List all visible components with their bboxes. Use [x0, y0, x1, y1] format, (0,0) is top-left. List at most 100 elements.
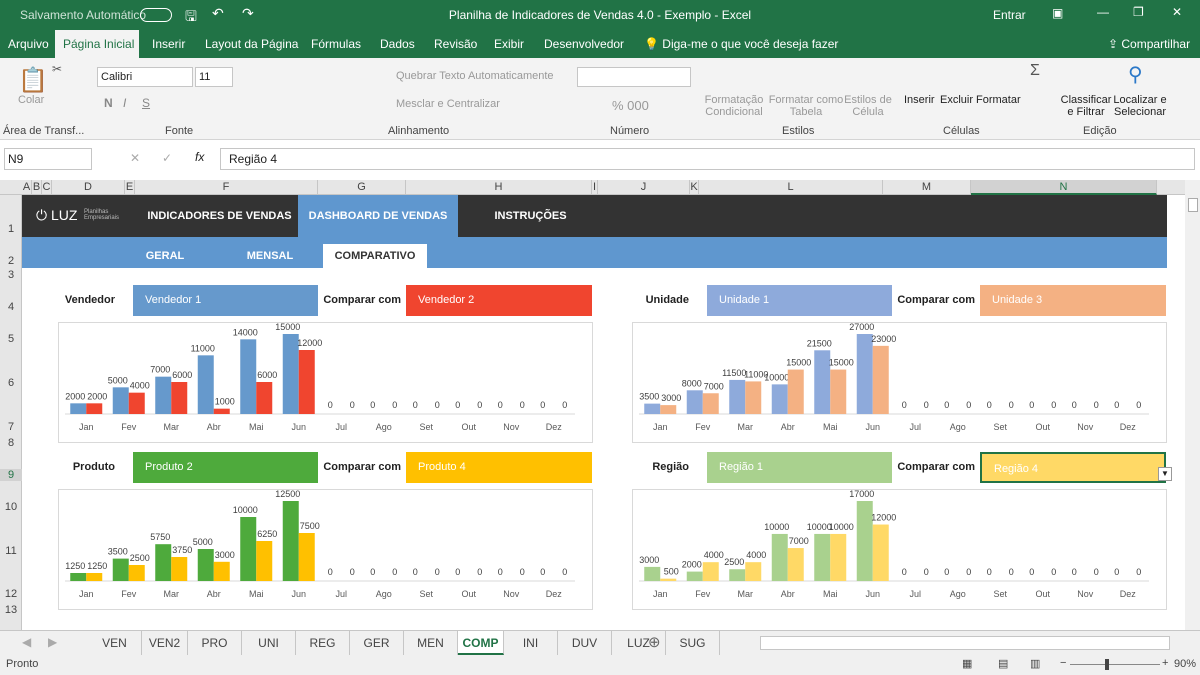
sheet-tab[interactable]: SUG: [666, 631, 720, 655]
tab-desenvolvedor[interactable]: Desenvolvedor: [536, 30, 632, 58]
normal-view-icon[interactable]: ▦: [962, 657, 972, 670]
column-header[interactable]: H: [406, 180, 592, 195]
add-sheet-icon[interactable]: ⊕: [648, 633, 661, 651]
tab-arquivo[interactable]: Arquivo: [0, 30, 57, 58]
percent-button[interactable]: % 000: [612, 98, 649, 113]
undo-icon[interactable]: ↶: [212, 5, 224, 22]
sheet-tab[interactable]: VEN: [88, 631, 142, 655]
bar[interactable]: [660, 578, 677, 581]
zoom-slider-thumb[interactable]: [1105, 659, 1109, 670]
dropdown-arrow-icon[interactable]: ▼: [1158, 467, 1172, 481]
row-header[interactable]: 7: [0, 421, 22, 433]
column-header[interactable]: M: [883, 180, 971, 195]
bar[interactable]: [830, 369, 847, 414]
sheet-tab[interactable]: REG: [296, 631, 350, 655]
column-header[interactable]: E: [125, 180, 135, 195]
row-header[interactable]: 12: [0, 588, 22, 600]
bar[interactable]: [128, 565, 145, 581]
row-header[interactable]: 2: [0, 255, 22, 267]
save-icon[interactable]: 🖫: [185, 6, 197, 30]
bar[interactable]: [702, 562, 719, 581]
underline-button[interactable]: S: [142, 96, 150, 110]
cancel-icon[interactable]: ✕: [130, 151, 140, 165]
sign-in-link[interactable]: Entrar: [993, 8, 1026, 22]
bar[interactable]: [155, 544, 172, 581]
format-as-table-button[interactable]: Formatar como Tabela: [768, 94, 844, 118]
row-header[interactable]: 11: [0, 545, 22, 557]
compare-select[interactable]: Unidade 3: [980, 285, 1166, 316]
sheet-tab[interactable]: PRO: [188, 631, 242, 655]
zoom-in-icon[interactable]: +: [1162, 657, 1168, 669]
bar[interactable]: [771, 533, 788, 581]
subnav-comparativo[interactable]: COMPARATIVO: [323, 244, 427, 268]
bar[interactable]: [686, 390, 703, 414]
row-header[interactable]: 4: [0, 301, 22, 313]
wrap-text-button[interactable]: Quebrar Texto Automaticamente: [396, 70, 554, 82]
bar[interactable]: [155, 376, 172, 414]
enter-icon[interactable]: ✓: [162, 151, 172, 165]
conditional-format-button[interactable]: Formatação Condicional: [700, 94, 768, 118]
bar[interactable]: [171, 557, 188, 581]
zoom-out-icon[interactable]: −: [1060, 657, 1066, 669]
bar[interactable]: [644, 403, 661, 414]
prev-sheet-icon[interactable]: ◀: [22, 635, 31, 649]
column-header[interactable]: K: [690, 180, 699, 195]
nav-dashboard[interactable]: DASHBOARD DE VENDAS: [298, 195, 458, 237]
tab-dados[interactable]: Dados: [372, 30, 423, 58]
bar[interactable]: [702, 393, 719, 414]
column-header[interactable]: D: [52, 180, 125, 195]
bar[interactable]: [787, 369, 804, 414]
bar[interactable]: [282, 501, 299, 581]
share-button[interactable]: ⇪ Compartilhar: [1108, 30, 1190, 58]
delete-cells-button[interactable]: Excluir: [940, 94, 973, 106]
row-header[interactable]: 10: [0, 501, 22, 513]
next-sheet-icon[interactable]: ▶: [48, 635, 57, 649]
column-header[interactable]: A: [22, 180, 32, 195]
row-header[interactable]: 5: [0, 333, 22, 345]
tell-me-search[interactable]: 💡 Diga-me o que você deseja fazer: [636, 30, 846, 58]
cut-icon[interactable]: ✂: [52, 62, 62, 76]
scroll-thumb[interactable]: [1188, 198, 1198, 212]
bar[interactable]: [70, 573, 87, 581]
autosum-icon[interactable]: Σ: [1030, 62, 1040, 80]
bar[interactable]: [814, 533, 831, 581]
primary-select[interactable]: Vendedor 1: [133, 285, 318, 316]
row-header[interactable]: 13: [0, 604, 22, 616]
tab-layout[interactable]: Layout da Página: [197, 30, 306, 58]
tab-formulas[interactable]: Fórmulas: [303, 30, 369, 58]
bar[interactable]: [660, 405, 677, 414]
bar[interactable]: [771, 384, 788, 414]
page-layout-icon[interactable]: ▤: [998, 657, 1008, 670]
nav-instrucoes[interactable]: INSTRUÇÕES: [468, 195, 593, 237]
minimize-icon[interactable]: —: [1097, 5, 1109, 19]
maximize-icon[interactable]: ❐: [1133, 5, 1144, 19]
compare-select[interactable]: Produto 4: [406, 452, 592, 483]
cell-styles-button[interactable]: Estilos de Célula: [843, 94, 893, 118]
row-header-selected[interactable]: 9: [0, 469, 22, 481]
sheet-tab[interactable]: MEN: [404, 631, 458, 655]
bar[interactable]: [112, 558, 129, 581]
bar[interactable]: [644, 566, 661, 581]
sheet-tab[interactable]: INI: [504, 631, 558, 655]
ribbon-display-icon[interactable]: ▣: [1052, 6, 1063, 20]
row-header[interactable]: 6: [0, 377, 22, 389]
bold-button[interactable]: N: [104, 96, 113, 110]
column-header[interactable]: J: [598, 180, 690, 195]
bar[interactable]: [856, 334, 873, 414]
bar[interactable]: [240, 517, 257, 581]
column-header[interactable]: B: [32, 180, 42, 195]
font-size-select[interactable]: 11: [195, 67, 233, 87]
bar[interactable]: [298, 350, 315, 414]
sheet-tab[interactable]: COMP: [458, 631, 504, 655]
bar[interactable]: [830, 533, 847, 581]
column-header[interactable]: C: [42, 180, 52, 195]
nav-indicadores[interactable]: INDICADORES DE VENDAS: [142, 195, 297, 237]
bar[interactable]: [787, 548, 804, 581]
bar[interactable]: [213, 408, 230, 414]
bar[interactable]: [213, 561, 230, 581]
insert-cells-button[interactable]: Inserir: [904, 94, 935, 106]
zoom-slider[interactable]: [1070, 664, 1160, 665]
formula-input[interactable]: Região 4: [220, 148, 1195, 170]
bar[interactable]: [197, 549, 214, 581]
sort-filter-button[interactable]: Classificar e Filtrar: [1060, 94, 1112, 118]
